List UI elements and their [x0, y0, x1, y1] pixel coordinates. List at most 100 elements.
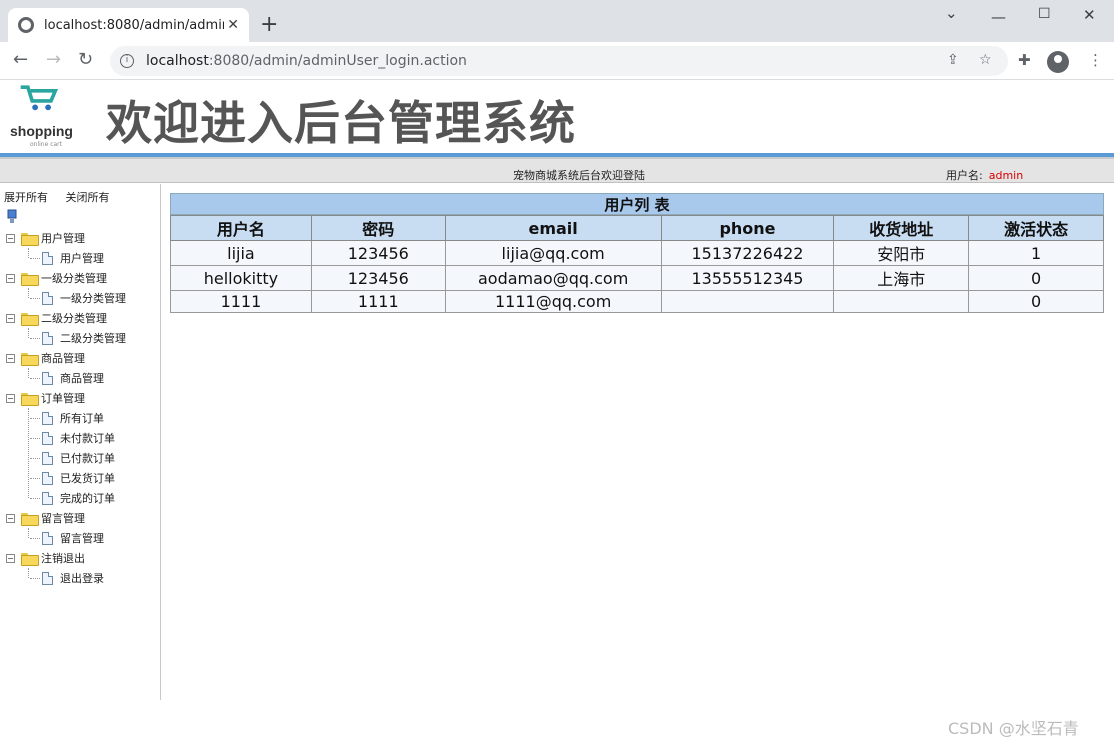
sidebar-item-label: 已发货订单	[60, 472, 115, 485]
sidebar-group-label: 订单管理	[41, 392, 85, 405]
user-table: 用户名 密码 email phone 收货地址 激活状态 lijia 123456 lijia…	[170, 215, 1104, 313]
collapse-toggle-icon[interactable]: −	[6, 393, 15, 403]
table-cell: lijia@qq.com	[444, 240, 662, 266]
browser-tab[interactable]: localhost:8080/admin/adminU ✕	[8, 8, 249, 42]
folder-icon	[21, 392, 39, 406]
sidebar-item-label: 二级分类管理	[60, 332, 126, 345]
info-icon[interactable]: i	[120, 54, 134, 68]
collapse-all-link[interactable]: 关闭所有	[66, 191, 110, 204]
sidebar-item[interactable]: 一级分类管理	[0, 288, 126, 308]
maximize-icon[interactable]: ☐	[1038, 6, 1051, 22]
sidebar-group-label: 留言管理	[41, 512, 85, 525]
sidebar-group[interactable]: − 留言管理	[0, 508, 85, 528]
sidebar-item[interactable]: 已发货订单	[0, 468, 115, 488]
column-header: 密码	[310, 215, 446, 241]
expand-all-link[interactable]: 展开所有	[4, 191, 48, 204]
document-icon	[42, 371, 53, 385]
forward-icon[interactable]: →	[46, 48, 61, 72]
sidebar-group[interactable]: − 二级分类管理	[0, 308, 107, 328]
sidebar-item[interactable]: 完成的订单	[0, 488, 115, 508]
sidebar-item-label: 已付款订单	[60, 452, 115, 465]
folder-icon	[21, 552, 39, 566]
menu-icon[interactable]: ⋮	[1088, 51, 1103, 69]
table-cell: 15137226422	[660, 240, 835, 266]
sidebar: 展开所有 关闭所有 − 用户管理 用户管理 − 一级分类管理 一级分类管理 − 二级分类管理二…	[0, 184, 161, 700]
sidebar-group[interactable]: − 订单管理	[0, 388, 85, 408]
sidebar-item[interactable]: 未付款订单	[0, 428, 115, 448]
sidebar-item[interactable]: 二级分类管理	[0, 328, 126, 348]
document-icon	[42, 531, 53, 545]
star-icon[interactable]: ☆	[979, 52, 992, 68]
sidebar-item[interactable]: 商品管理	[0, 368, 104, 388]
globe-icon	[18, 17, 34, 33]
table-cell: 1111	[310, 290, 446, 313]
address-bar[interactable]: i localhost:8080/admin/adminUser_login.a…	[110, 46, 1008, 76]
column-header: email	[444, 215, 662, 241]
table-cell: lijia	[170, 240, 312, 266]
table-cell	[660, 290, 835, 313]
collapse-toggle-icon[interactable]: −	[6, 273, 15, 283]
main-content: 用户列 表 用户名 密码 email phone 收货地址 激活状态 lijia 12345…	[170, 193, 1104, 313]
sidebar-group-label: 商品管理	[41, 352, 85, 365]
collapse-toggle-icon[interactable]: −	[6, 513, 15, 523]
table-cell: 0	[968, 265, 1104, 291]
table-header-row: 用户名 密码 email phone 收货地址 激活状态	[170, 215, 1104, 241]
back-icon[interactable]: ←	[13, 48, 28, 72]
collapse-toggle-icon[interactable]: −	[6, 553, 15, 563]
logo-subtitle: online cart	[30, 141, 63, 148]
folder-icon	[21, 272, 39, 286]
collapse-toggle-icon[interactable]: −	[6, 353, 15, 363]
table-cell: 123456	[310, 265, 446, 291]
table-cell: 1111	[170, 290, 312, 313]
collapse-toggle-icon[interactable]: −	[6, 233, 15, 243]
table-row: hellokitty 123456 aodamao@qq.com 1355551234…	[170, 265, 1104, 291]
table-body: lijia 123456 lijia@qq.com 15137226422 安阳市 1 he…	[170, 240, 1104, 313]
reload-icon[interactable]: ↻	[78, 48, 93, 72]
sidebar-item-label: 完成的订单	[60, 492, 115, 505]
table-cell: hellokitty	[170, 265, 312, 291]
share-icon[interactable]: ⇪	[947, 52, 959, 68]
page-title: 欢迎进入后台管理系统	[106, 96, 576, 150]
sidebar-group-label: 用户管理	[41, 232, 85, 245]
logo-word: shopping	[10, 123, 73, 139]
watermark: CSDN @水坚石青	[948, 719, 1079, 738]
column-header: 激活状态	[968, 215, 1104, 241]
collapse-toggle-icon[interactable]: −	[6, 313, 15, 323]
chevron-down-icon[interactable]: ⌄	[945, 4, 958, 22]
table-row: 1111 1111 1111@qq.com 0	[170, 290, 1104, 313]
welcome-text: 宠物商城系统后台欢迎登陆	[513, 169, 645, 182]
table-cell: 1111@qq.com	[444, 290, 662, 313]
table-cell	[833, 290, 970, 313]
new-tab-icon[interactable]: +	[260, 12, 278, 38]
column-header: phone	[660, 215, 835, 241]
document-icon	[42, 411, 53, 425]
sidebar-item-label: 留言管理	[60, 532, 104, 545]
extensions-icon[interactable]: ✚	[1018, 51, 1031, 69]
user-name: admin	[988, 169, 1024, 182]
document-icon	[42, 491, 53, 505]
sidebar-group[interactable]: − 用户管理	[0, 228, 85, 248]
sidebar-item[interactable]: 所有订单	[0, 408, 104, 428]
minimize-icon[interactable]: —	[991, 8, 1006, 26]
close-tab-icon[interactable]: ✕	[227, 17, 239, 33]
browser-tab-bar: localhost:8080/admin/adminU ✕ + ⌄ — ☐ ✕	[0, 0, 1114, 42]
sidebar-item[interactable]: 退出登录	[0, 568, 104, 588]
sidebar-item-label: 所有订单	[60, 412, 104, 425]
sidebar-group[interactable]: − 一级分类管理	[0, 268, 107, 288]
sidebar-group-label: 一级分类管理	[41, 272, 107, 285]
folder-icon	[21, 352, 39, 366]
table-cell: 上海市	[833, 265, 970, 291]
sidebar-item[interactable]: 已付款订单	[0, 448, 115, 468]
sidebar-group-label: 注销退出	[41, 552, 85, 565]
sidebar-item[interactable]: 留言管理	[0, 528, 104, 548]
sidebar-group[interactable]: − 注销退出	[0, 548, 85, 568]
sidebar-item[interactable]: 用户管理	[0, 248, 104, 268]
table-caption: 用户列 表	[170, 193, 1104, 215]
sidebar-item-label: 商品管理	[60, 372, 104, 385]
table-row: lijia 123456 lijia@qq.com 15137226422 安阳市 1	[170, 240, 1104, 266]
sidebar-group[interactable]: − 商品管理	[0, 348, 85, 368]
url-text[interactable]: localhost:8080/admin/adminUser_login.act…	[146, 53, 467, 69]
close-window-icon[interactable]: ✕	[1083, 6, 1096, 24]
profile-avatar-icon[interactable]	[1047, 51, 1069, 73]
page-header: shopping online cart 欢迎进入后台管理系统	[0, 81, 1114, 153]
